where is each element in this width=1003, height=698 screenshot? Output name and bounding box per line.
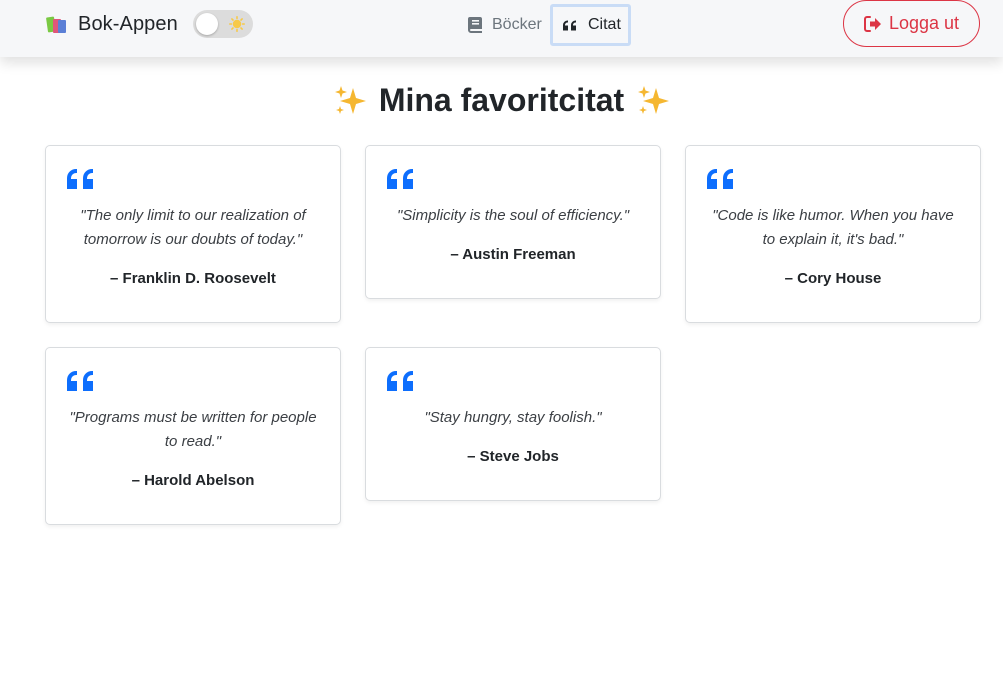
nav-link-quotes-label: Citat	[588, 16, 621, 33]
toggle-knob	[196, 13, 218, 35]
sparkles-icon	[334, 85, 366, 114]
page-title-text: Mina favoritcitat	[378, 82, 625, 118]
quote-author: – Austin Freeman	[450, 246, 576, 263]
quote-author: – Franklin D. Roosevelt	[110, 270, 276, 287]
nav-link-books[interactable]: Böcker	[468, 4, 542, 46]
quote-text: "Simplicity is the soul of efficiency."	[396, 207, 630, 224]
quote-icon	[563, 19, 578, 31]
quote-author: – Harold Abelson	[131, 472, 255, 489]
quote-card: "Stay hungry, stay foolish." – Steve Job…	[365, 347, 661, 501]
nav-link-quotes[interactable]: Citat	[550, 4, 631, 46]
sun-icon	[229, 16, 245, 32]
quote-icon	[707, 169, 733, 189]
page-title: Mina favoritcitat	[0, 82, 1003, 119]
logout-label: Logga ut	[888, 13, 960, 33]
brand[interactable]: Bok-Appen	[45, 12, 178, 36]
quote-card: "The only limit to our realization of to…	[45, 145, 341, 323]
quote-author: – Steve Jobs	[467, 448, 559, 465]
quote-text: "Programs must be written for people to …	[69, 409, 317, 450]
quote-icon	[67, 371, 93, 391]
quote-card: "Code is like humor. When you have to ex…	[685, 145, 981, 323]
quote-text: "Code is like humor. When you have to ex…	[712, 207, 954, 248]
navbar: Bok-Appen Böcker Citat Logga ut	[0, 0, 1003, 57]
quote-text: "Stay hungry, stay foolish."	[424, 409, 602, 426]
quote-icon	[387, 169, 413, 189]
quote-icon	[67, 169, 93, 189]
sparkles-icon	[638, 85, 670, 114]
books-logo-icon	[45, 14, 68, 34]
nav-link-books-label: Böcker	[492, 16, 542, 33]
quote-author: – Cory House	[784, 270, 882, 287]
book-icon	[468, 17, 482, 33]
quote-text: "The only limit to our realization of to…	[80, 207, 306, 248]
quote-card: "Simplicity is the soul of efficiency." …	[365, 145, 661, 299]
theme-toggle[interactable]	[193, 10, 253, 38]
quote-card: "Programs must be written for people to …	[45, 347, 341, 525]
logout-icon	[863, 15, 882, 32]
brand-name: Bok-Appen	[78, 12, 178, 35]
logout-button[interactable]: Logga ut	[843, 0, 980, 47]
quote-icon	[387, 371, 413, 391]
